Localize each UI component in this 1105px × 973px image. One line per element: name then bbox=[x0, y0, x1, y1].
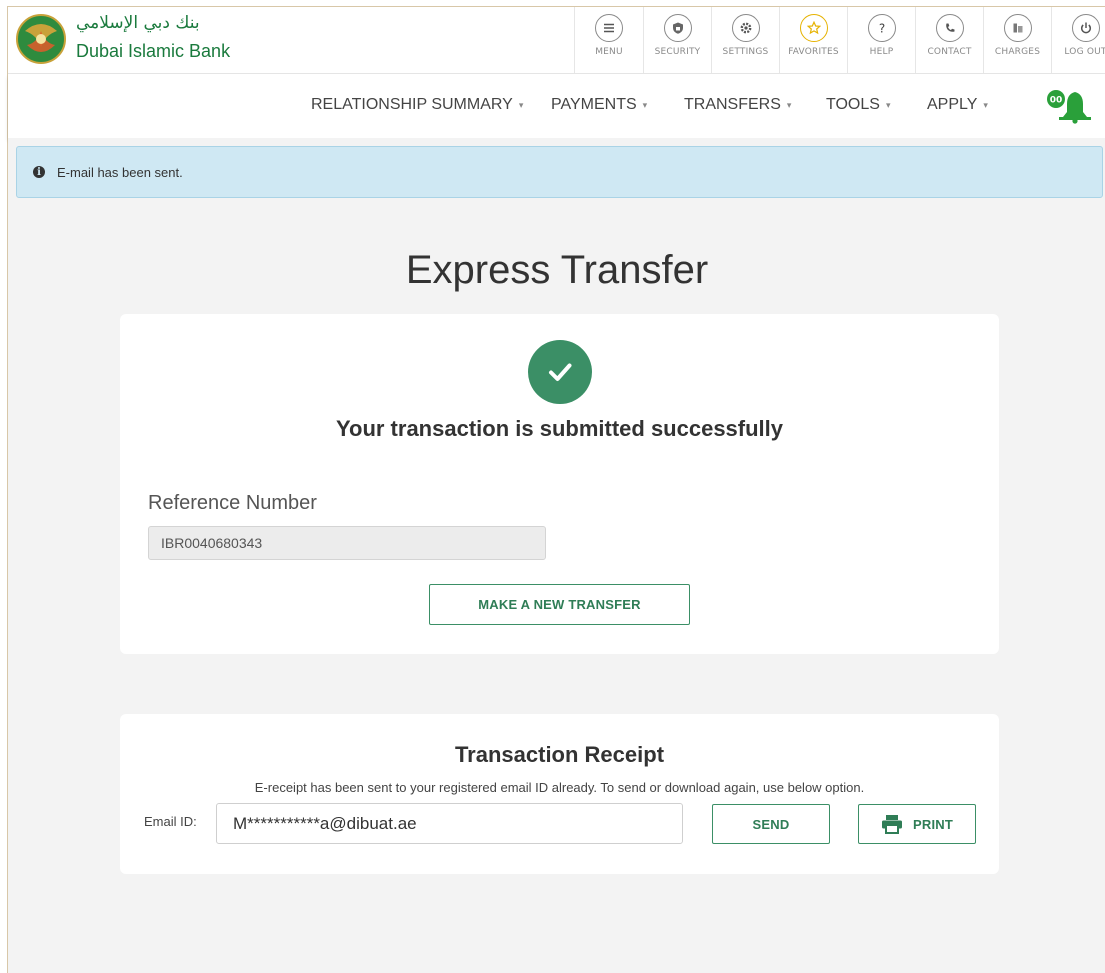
make-new-transfer-button[interactable]: MAKE A NEW TRANSFER bbox=[429, 584, 690, 625]
tool-charges[interactable]: CHARGES bbox=[983, 7, 1051, 74]
nav-transfers[interactable]: TRANSFERS ▾ bbox=[684, 96, 791, 114]
receipt-title: Transaction Receipt bbox=[454, 742, 665, 767]
bank-logo-icon[interactable] bbox=[15, 13, 67, 65]
nav-relationship-summary[interactable]: RELATIONSHIP SUMMARY ▾ bbox=[311, 96, 523, 114]
receipt-note: E-receipt has been sent to your register… bbox=[254, 780, 865, 795]
tool-label: HELP bbox=[869, 47, 894, 57]
help-icon: ? bbox=[867, 14, 896, 42]
tool-menu[interactable]: MENU bbox=[574, 7, 643, 74]
tool-label: MENU bbox=[595, 47, 623, 57]
tool-label: LOG OUT bbox=[1064, 47, 1105, 57]
chevron-down-icon: ▾ bbox=[885, 99, 891, 110]
chevron-down-icon: ▾ bbox=[518, 99, 524, 110]
content-area: i E-mail has been sent. Express Transfer… bbox=[8, 138, 1105, 973]
page-title: Express Transfer bbox=[405, 248, 709, 292]
charges-icon bbox=[1003, 14, 1032, 42]
shield-icon bbox=[663, 14, 692, 42]
chevron-down-icon: ▾ bbox=[983, 99, 988, 110]
reference-label: Reference Number bbox=[148, 492, 317, 514]
email-label: Email ID: bbox=[144, 814, 197, 829]
header: بنك دبي الإسلامي Dubai Islamic Bank MENU… bbox=[8, 7, 1105, 74]
nav-label: APPLY bbox=[927, 96, 978, 113]
send-button[interactable]: SEND bbox=[712, 804, 830, 844]
brand-name-arabic: بنك دبي الإسلامي bbox=[76, 13, 200, 33]
app-frame: بنك دبي الإسلامي Dubai Islamic Bank MENU… bbox=[7, 6, 1105, 973]
nav-label: TOOLS bbox=[826, 96, 880, 113]
nav-payments[interactable]: PAYMENTS ▾ bbox=[551, 96, 647, 114]
star-icon bbox=[799, 14, 828, 42]
power-icon bbox=[1071, 14, 1100, 42]
nav-label: PAYMENTS bbox=[551, 96, 637, 113]
main-nav: RELATIONSHIP SUMMARY ▾ PAYMENTS ▾ TRANSF… bbox=[8, 74, 1105, 138]
chevron-down-icon: ▾ bbox=[642, 99, 648, 110]
alert-message: E-mail has been sent. bbox=[57, 164, 183, 180]
gear-icon bbox=[731, 14, 760, 42]
tool-label: SECURITY bbox=[654, 47, 701, 57]
tool-settings[interactable]: SETTINGS bbox=[711, 7, 779, 74]
email-sent-alert: i E-mail has been sent. bbox=[16, 146, 1103, 198]
success-check-icon bbox=[528, 340, 592, 404]
info-icon: i bbox=[33, 166, 45, 178]
printer-icon bbox=[882, 815, 902, 834]
tool-label: FAVORITES bbox=[788, 47, 839, 57]
menu-icon bbox=[595, 14, 623, 42]
brand-name: Dubai Islamic Bank bbox=[76, 41, 231, 61]
nav-tools[interactable]: TOOLS ▾ bbox=[826, 96, 890, 114]
print-button[interactable]: PRINT bbox=[858, 804, 976, 844]
header-tools: MENU SECURITY SETTINGS FAVORITES ? HELP … bbox=[574, 7, 1105, 74]
chevron-down-icon: ▾ bbox=[786, 99, 792, 110]
nav-label: TRANSFERS bbox=[684, 96, 781, 113]
notification-bell-icon[interactable]: 00 bbox=[1045, 88, 1091, 124]
tool-logout[interactable]: LOG OUT bbox=[1051, 7, 1105, 74]
success-message: Your transaction is submitted successful… bbox=[335, 416, 784, 441]
email-field[interactable]: M***********a@dibuat.ae bbox=[216, 803, 683, 844]
tool-security[interactable]: SECURITY bbox=[643, 7, 711, 74]
receipt-card: Transaction Receipt E-receipt has been s… bbox=[120, 714, 999, 874]
phone-icon bbox=[935, 14, 964, 42]
nav-label: RELATIONSHIP SUMMARY bbox=[311, 96, 513, 113]
svg-text:?: ? bbox=[878, 22, 884, 36]
print-label: PRINT bbox=[913, 816, 953, 832]
tool-label: CHARGES bbox=[994, 47, 1041, 57]
tool-help[interactable]: ? HELP bbox=[847, 7, 915, 74]
tool-label: SETTINGS bbox=[722, 47, 769, 57]
tool-contact[interactable]: CONTACT bbox=[915, 7, 983, 74]
result-card: Your transaction is submitted successful… bbox=[120, 314, 999, 654]
nav-apply[interactable]: APPLY ▾ bbox=[927, 96, 988, 114]
bell-badge: 00 bbox=[1050, 96, 1063, 106]
tool-favorites[interactable]: FAVORITES bbox=[779, 7, 847, 74]
reference-number-field[interactable]: IBR0040680343 bbox=[148, 526, 546, 560]
tool-label: CONTACT bbox=[927, 47, 972, 57]
